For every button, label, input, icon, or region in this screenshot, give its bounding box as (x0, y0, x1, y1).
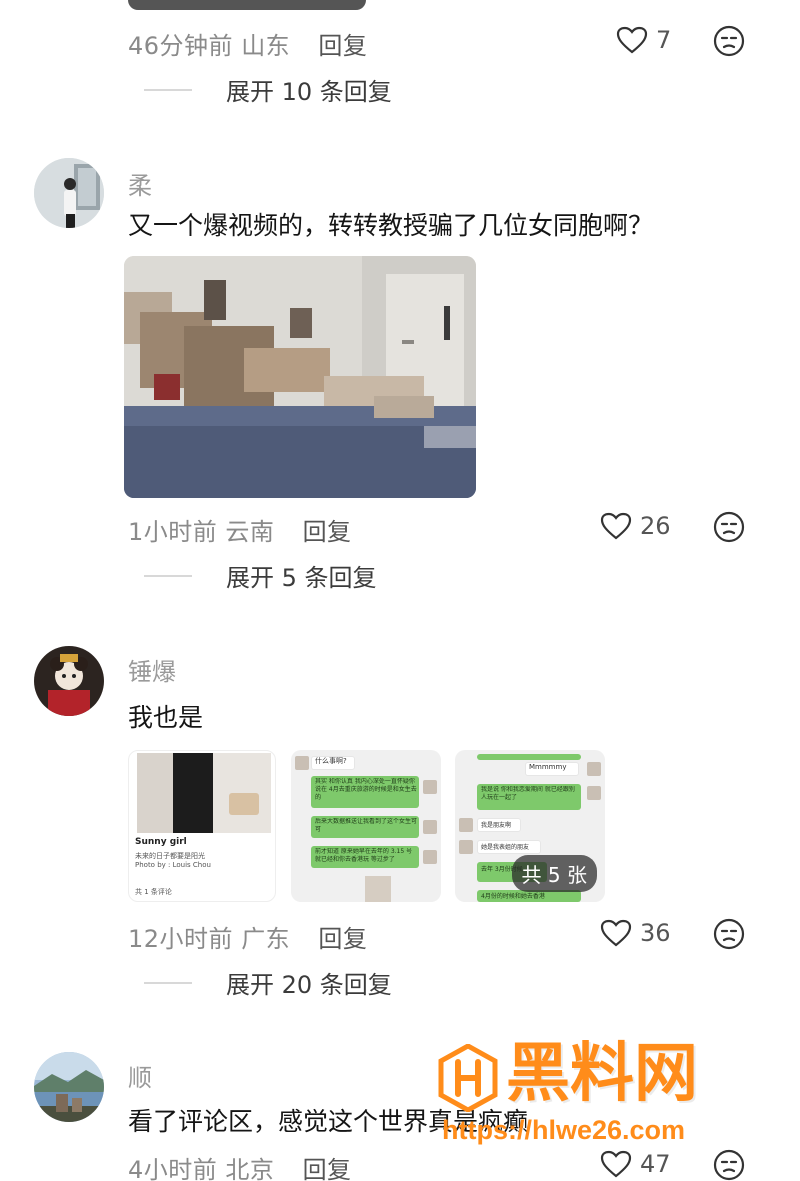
reply-button[interactable]: 回复 (318, 925, 367, 953)
unamused-face-icon[interactable] (713, 511, 745, 543)
chat-message: 我是朋友啊 (481, 822, 512, 829)
comment-location: 北京 (225, 1156, 275, 1181)
heart-outline-icon (600, 1150, 632, 1178)
image-count-badge[interactable]: 共 5 张 (511, 855, 597, 892)
expand-label: 展开 5 条回复 (226, 564, 377, 592)
previous-image-crop[interactable] (128, 0, 366, 10)
chat-message: 其实 和你认真 我内心深处一直怀疑你说在 4月去重庆旅游的时候是和女生去的 (315, 778, 417, 801)
like-count: 36 (640, 919, 671, 947)
avatar[interactable] (34, 1052, 104, 1122)
avatar[interactable] (34, 646, 104, 716)
chat-message: 我是说 你和我恋爱期间 就已经跟别人玩在一起了 (481, 786, 575, 801)
blurred-photo (124, 256, 476, 498)
post-line-1: 未来的日子都要是阳光 (135, 852, 205, 860)
avatar[interactable] (34, 158, 104, 228)
comment-location: 广东 (241, 925, 291, 953)
comment-text: 我也是 (128, 703, 204, 732)
reply-button[interactable]: 回复 (303, 1156, 352, 1181)
expand-divider (144, 981, 192, 984)
expand-label: 展开 20 条回复 (226, 971, 392, 999)
chat-message: 后来大数据推送让我看到了这个女生可可 (315, 818, 417, 833)
comment-meta: 12小时前 广东 回复 (128, 919, 367, 954)
heart-outline-icon (616, 26, 648, 54)
expand-divider (144, 574, 192, 577)
chat-message: 前才知道 原来她早在去年的 3.15 号就已经和你去香港玩 等过步了 (315, 848, 413, 863)
unamused-face-icon[interactable] (713, 918, 745, 950)
comment-location: 云南 (225, 518, 275, 546)
comment-image-1[interactable]: Sunny girl 未来的日子都要是阳光 Photo by : Louis C… (128, 750, 276, 902)
like-count: 7 (656, 26, 672, 54)
reply-button[interactable]: 回复 (318, 32, 367, 60)
like-button[interactable]: 7 (616, 26, 671, 54)
watermark-brand: 黑料网 (506, 1037, 698, 1109)
chat-header: 什么事啊? (315, 757, 347, 765)
comment-image[interactable] (124, 256, 476, 498)
avatar-photo (34, 158, 104, 228)
comment-meta: 1小时前 云南 回复 (128, 512, 352, 547)
comment-image-2[interactable]: 什么事啊? 其实 和你认真 我内心深处一直怀疑你说在 4月去重庆旅游的时候是和女… (291, 750, 441, 902)
reply-button[interactable]: 回复 (303, 518, 352, 546)
unamused-face-icon[interactable] (713, 1149, 745, 1181)
comment-location: 山东 (241, 32, 291, 60)
comment-meta: 4小时前 北京 回复 (128, 1150, 352, 1181)
chat-message: 4月份的时候和她去香港 (481, 893, 545, 900)
comment-time: 12小时前 (128, 925, 234, 953)
heart-outline-icon (600, 919, 632, 947)
heart-outline-icon (600, 512, 632, 540)
chat-header: Mmmmmy (529, 763, 567, 771)
watermark: 黑料网 https://hlwe26.com (436, 1037, 776, 1150)
expand-replies-button[interactable]: 展开 10 条回复 (144, 72, 392, 107)
avatar-photo (34, 1052, 104, 1122)
expand-replies-button[interactable]: 展开 20 条回复 (144, 965, 392, 1000)
comment-time: 4小时前 (128, 1156, 218, 1181)
comment-meta: 46分钟前 山东 回复 (128, 26, 367, 61)
avatar-photo (34, 646, 104, 716)
post-line-2: Photo by : Louis Chou (135, 861, 211, 869)
comment-image-3[interactable]: Mmmmmy 我是说 你和我恋爱期间 就已经跟别人玩在一起了 我是朋友啊 她是我… (455, 750, 605, 902)
chat-message: 她是我表姐的朋友 (481, 844, 530, 851)
unamused-face-icon[interactable] (713, 25, 745, 57)
post-footer: 共 1 条评论 (135, 888, 172, 896)
expand-divider (144, 88, 192, 91)
username[interactable]: 柔 (128, 166, 152, 201)
expand-label: 展开 10 条回复 (226, 78, 392, 106)
like-button[interactable]: 36 (600, 919, 671, 947)
username[interactable]: 顺 (128, 1058, 152, 1093)
expand-replies-button[interactable]: 展开 5 条回复 (144, 558, 377, 593)
watermark-logo (438, 1044, 498, 1112)
like-button[interactable]: 47 (600, 1150, 671, 1178)
like-button[interactable]: 26 (600, 512, 671, 540)
comment-time: 1小时前 (128, 518, 218, 546)
like-count: 47 (640, 1150, 671, 1178)
post-title: Sunny girl (135, 837, 187, 847)
comment-text: 又一个爆视频的，转转教授骗了几位女同胞啊？ (128, 211, 654, 240)
like-count: 26 (640, 512, 671, 540)
comment-time: 46分钟前 (128, 32, 234, 60)
watermark-url: https://hlwe26.com (442, 1115, 686, 1145)
photo-region (137, 753, 271, 833)
username[interactable]: 锤爆 (128, 652, 176, 687)
